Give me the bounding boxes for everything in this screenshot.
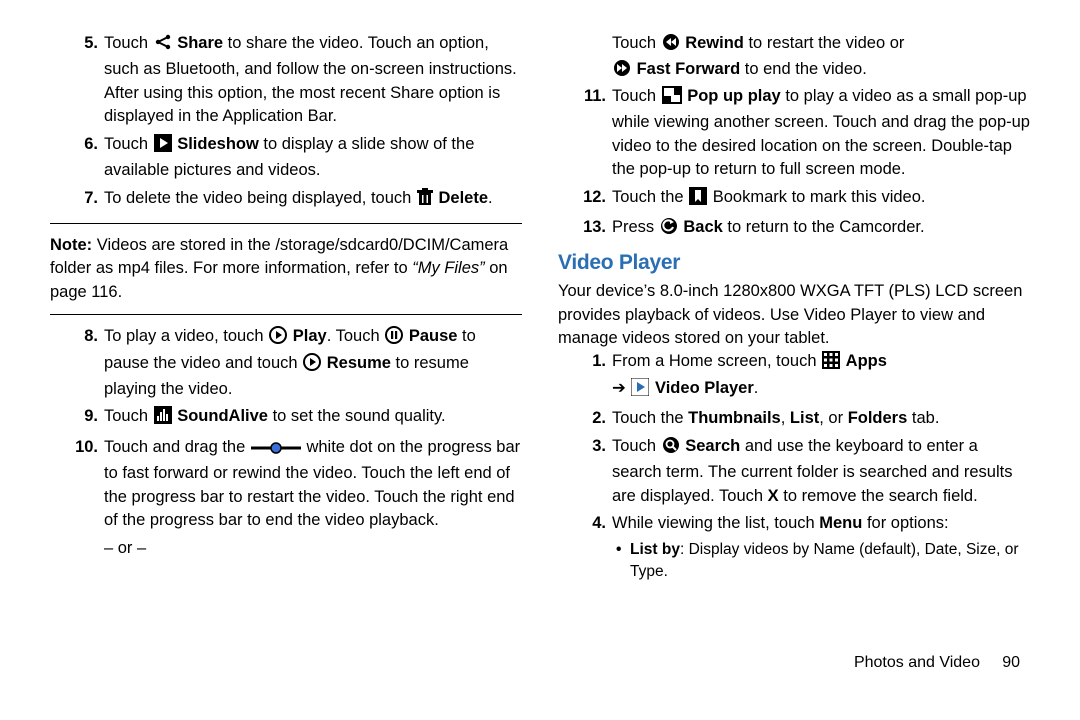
or-text: – or – <box>50 537 522 560</box>
vp-step-3: 3. Touch Search and use the keyboard to … <box>558 435 1030 508</box>
intro-text: Your device’s 8.0-inch 1280x800 WXGA TFT… <box>558 280 1030 350</box>
left-column: 5. Touch Share to share the video. Touch… <box>50 32 522 652</box>
step-number: 2. <box>576 407 606 430</box>
back-icon <box>660 217 678 242</box>
play-icon <box>269 326 287 351</box>
step-number: 1. <box>576 350 606 373</box>
step-number: 10. <box>68 436 98 459</box>
bookmark-icon <box>689 187 707 212</box>
fastforward-icon <box>613 59 631 84</box>
delete-icon <box>417 188 433 213</box>
step-number: 4. <box>576 512 606 535</box>
step-number: 5. <box>68 32 98 55</box>
step-13: 13. Press Back to return to the Camcorde… <box>558 216 1030 242</box>
divider <box>50 223 522 224</box>
step-6: 6. Touch Slideshow to display a slide sh… <box>50 133 522 183</box>
page-footer: Photos and Video 90 <box>50 652 1030 675</box>
step-8: 8. To play a video, touch Play. Touch Pa… <box>50 325 522 401</box>
vp-step-1: 1. From a Home screen, touch Apps ➔ Vide… <box>558 350 1030 403</box>
divider <box>50 314 522 315</box>
note: Note: Videos are stored in the /storage/… <box>50 234 522 304</box>
step-12: 12. Touch the Bookmark to mark this vide… <box>558 186 1030 212</box>
slideshow-icon <box>154 134 172 159</box>
footer-section: Photos and Video <box>854 654 980 671</box>
popupplay-icon <box>662 86 682 111</box>
videoplayer-icon <box>631 378 649 403</box>
right-column: Touch Rewind to restart the video or Fas… <box>558 32 1030 652</box>
step-10: 10. Touch and drag the white dot on the … <box>50 436 522 533</box>
share-icon <box>154 33 172 58</box>
step-number: 3. <box>576 435 606 458</box>
step-11: 11. Touch Pop up play to play a video as… <box>558 85 1030 182</box>
step-5: 5. Touch Share to share the video. Touch… <box>50 32 522 129</box>
vp-step-2: 2. Touch the Thumbnails, List, or Folder… <box>558 407 1030 430</box>
section-title: Video Player <box>558 248 1030 278</box>
apps-icon <box>822 351 840 376</box>
pause-icon <box>385 326 403 351</box>
footer-page: 90 <box>1002 654 1020 671</box>
step-number: 9. <box>68 405 98 428</box>
step-number: 13. <box>576 216 606 239</box>
step-7: 7. To delete the video being displayed, … <box>50 187 522 213</box>
step-10-cont: Touch Rewind to restart the video or Fas… <box>558 32 1030 85</box>
step-9: 9. Touch SoundAlive to set the sound qua… <box>50 405 522 431</box>
step-number: 8. <box>68 325 98 348</box>
step-number: 12. <box>576 186 606 209</box>
bullet-listby: List by: Display videos by Name (default… <box>558 539 1030 583</box>
step-number: 6. <box>68 133 98 156</box>
play-icon <box>303 353 321 378</box>
step-number: 11. <box>576 85 606 108</box>
rewind-icon <box>662 33 680 58</box>
soundalive-icon <box>154 406 172 431</box>
step-number: 7. <box>68 187 98 210</box>
vp-step-4: 4. While viewing the list, touch Menu fo… <box>558 512 1030 535</box>
search-icon <box>662 436 680 461</box>
progress-dot-icon <box>251 439 301 462</box>
